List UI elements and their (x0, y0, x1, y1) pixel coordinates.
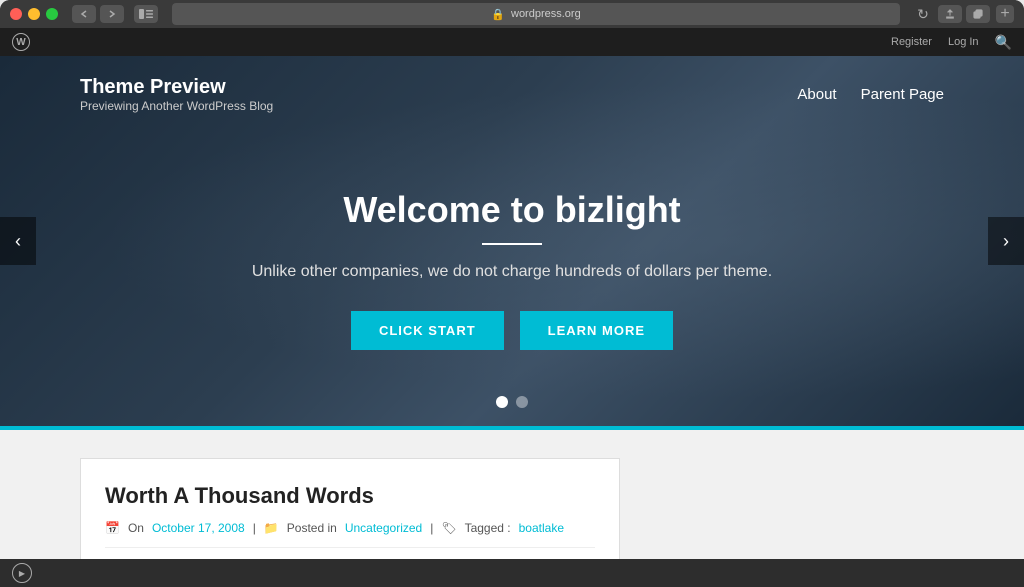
slider-dot-1[interactable] (496, 396, 508, 408)
learn-more-button[interactable]: LEARN MORE (520, 311, 673, 350)
slider-next-button[interactable]: › (988, 217, 1024, 265)
site-tagline: Previewing Another WordPress Blog (80, 99, 273, 113)
minimize-button[interactable] (28, 8, 40, 20)
browser-window: 🔒 wordpress.org ↻ + W Register Log In (0, 0, 1024, 587)
sidebar-toggle-button[interactable] (134, 5, 158, 23)
register-link[interactable]: Register (891, 36, 932, 48)
folder-icon: 📁 (264, 521, 279, 535)
hero-content: Welcome to bizlight Unlike other compani… (0, 113, 1024, 426)
close-button[interactable] (10, 8, 22, 20)
meta-on: On (128, 521, 144, 535)
post-category[interactable]: Uncategorized (345, 521, 422, 535)
media-bar: ▶ (0, 559, 1024, 587)
tag-icon: 🏷 (441, 521, 456, 535)
forward-button[interactable] (100, 5, 124, 23)
meta-sep-1: | (253, 521, 256, 535)
post-tag[interactable]: boatlake (519, 521, 564, 535)
duplicate-button[interactable] (966, 5, 990, 23)
url-text: wordpress.org (511, 8, 581, 20)
wp-admin-items: Register Log In 🔍 (891, 34, 1012, 51)
site-title: Theme Preview (80, 76, 273, 99)
hero-divider (482, 243, 542, 245)
post-title: Worth A Thousand Words (105, 483, 595, 509)
hero-section: Theme Preview Previewing Another WordPre… (0, 56, 1024, 426)
search-icon[interactable]: 🔍 (995, 34, 1012, 51)
site-navigation: Theme Preview Previewing Another WordPre… (0, 56, 1024, 113)
wp-logo[interactable]: W (12, 33, 30, 51)
browser-titlebar: 🔒 wordpress.org ↻ + (0, 0, 1024, 28)
post-meta: 📅 On October 17, 2008 | 📁 Posted in Unca… (105, 521, 595, 548)
back-button[interactable] (72, 5, 96, 23)
maximize-button[interactable] (46, 8, 58, 20)
meta-posted-in: Posted in (287, 521, 337, 535)
ssl-icon: 🔒 (491, 8, 505, 21)
menu-item-about[interactable]: About (797, 86, 836, 103)
slider-dot-2[interactable] (516, 396, 528, 408)
website-content: Theme Preview Previewing Another WordPre… (0, 56, 1024, 587)
play-button[interactable]: ▶ (12, 563, 32, 583)
calendar-icon: 📅 (105, 521, 120, 535)
hero-title: Welcome to bizlight (343, 189, 680, 231)
site-brand: Theme Preview Previewing Another WordPre… (80, 76, 273, 113)
menu-item-parent-page[interactable]: Parent Page (861, 86, 944, 103)
address-bar[interactable]: 🔒 wordpress.org (172, 3, 900, 25)
hero-subtitle: Unlike other companies, we do not charge… (252, 263, 772, 281)
login-link[interactable]: Log In (948, 36, 979, 48)
meta-sep-2: | (430, 521, 433, 535)
meta-tagged: Tagged : (465, 521, 511, 535)
main-menu: About Parent Page (797, 86, 944, 103)
share-button[interactable] (938, 5, 962, 23)
browser-nav (72, 5, 124, 23)
slider-dots (496, 396, 528, 408)
wp-admin-bar: W Register Log In 🔍 (0, 28, 1024, 56)
reload-button[interactable]: ↻ (914, 5, 932, 23)
hero-buttons: CLICK START LEARN MORE (351, 311, 673, 350)
post-date[interactable]: October 17, 2008 (152, 521, 245, 535)
browser-actions (938, 5, 990, 23)
new-tab-button[interactable]: + (996, 5, 1014, 23)
click-start-button[interactable]: CLICK START (351, 311, 504, 350)
slider-prev-button[interactable]: ‹ (0, 217, 36, 265)
